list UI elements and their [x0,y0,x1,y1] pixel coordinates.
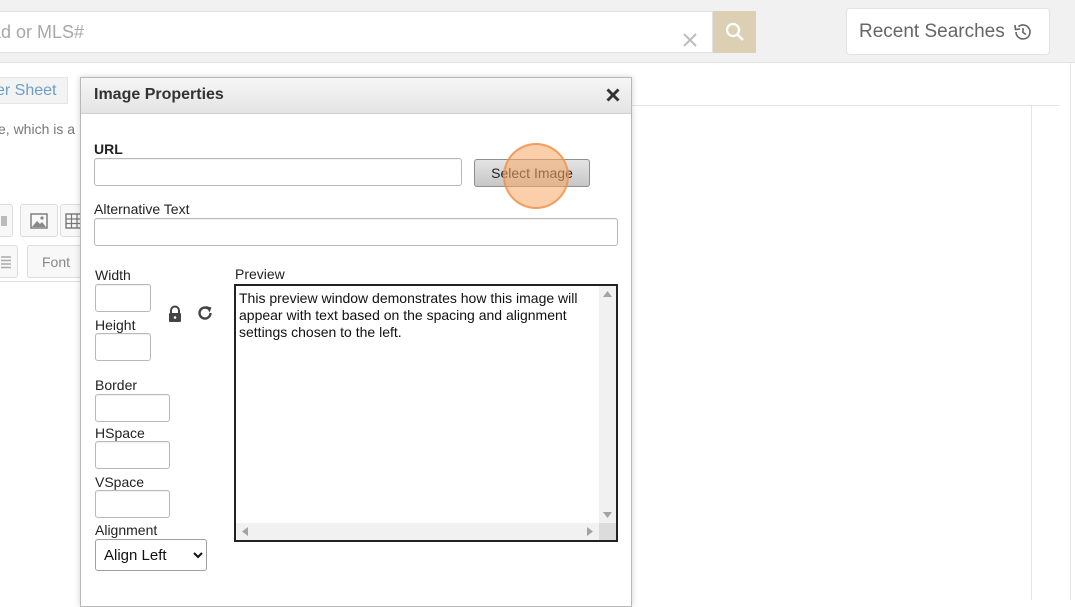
border-input[interactable] [95,394,170,422]
editor-toolbar-row-2: Font [0,245,85,279]
preview-pane[interactable]: This preview window demonstrates how thi… [234,284,618,542]
image-icon [30,212,48,229]
clear-search-icon[interactable] [681,31,699,49]
recent-searches-label: Recent Searches [859,20,1005,42]
search-input[interactable] [0,12,660,52]
width-label: Width [95,267,131,283]
image-properties-dialog: Image Properties URL Select Image Altern… [80,77,632,607]
alignment-label: Alignment [95,522,158,538]
height-input[interactable] [95,333,151,361]
alt-text-input[interactable] [94,218,618,246]
border-label: Border [95,377,138,393]
page-right-edge [1070,63,1071,600]
preview-text: This preview window demonstrates how thi… [239,290,578,340]
toolbar-button-partial[interactable] [0,204,13,237]
align-button-partial[interactable] [0,245,18,278]
font-select[interactable]: Font [27,245,85,278]
scroll-right-icon[interactable] [587,527,593,536]
preview-label: Preview [235,266,285,282]
dialog-header: Image Properties [81,78,631,114]
editor-content-frame [632,106,1032,600]
alignment-select[interactable]: Align Left [95,539,207,571]
hspace-input[interactable] [95,441,170,469]
close-icon[interactable] [605,87,621,103]
scroll-up-icon[interactable] [603,291,612,297]
preview-vertical-scrollbar[interactable] [599,286,616,523]
hspace-label: HSpace [95,425,145,441]
scroll-down-icon[interactable] [603,512,612,518]
preview-horizontal-scrollbar[interactable] [236,523,599,540]
vspace-input[interactable] [95,490,170,518]
editor-toolbar-row-1 [0,204,90,238]
top-bar: Recent Searches [0,0,1075,63]
height-label: Height [95,317,136,333]
recent-searches-button[interactable]: Recent Searches [846,8,1050,55]
select-image-button[interactable]: Select Image [474,159,590,187]
tab-sheet[interactable]: er Sheet [0,77,68,104]
insert-image-button[interactable] [20,204,58,237]
alt-text-label: Alternative Text [94,201,190,217]
font-select-label: Font [41,253,70,270]
reset-size-icon[interactable] [196,304,214,322]
align-justify-icon [1,255,11,268]
search-icon [725,22,744,41]
scroll-corner [599,523,616,540]
editor-area [0,281,82,600]
history-icon [1013,23,1031,40]
url-label: URL [94,141,123,157]
dialog-title: Image Properties [94,86,224,103]
width-input[interactable] [95,284,151,312]
description-text: e, which is a [0,121,76,137]
format-icon [0,215,7,226]
scroll-left-icon[interactable] [242,527,248,536]
lock-ratio-icon[interactable] [167,305,183,323]
search-button[interactable] [713,11,756,53]
search-box [0,11,713,53]
vspace-label: VSpace [95,474,145,490]
url-input[interactable] [94,158,462,186]
